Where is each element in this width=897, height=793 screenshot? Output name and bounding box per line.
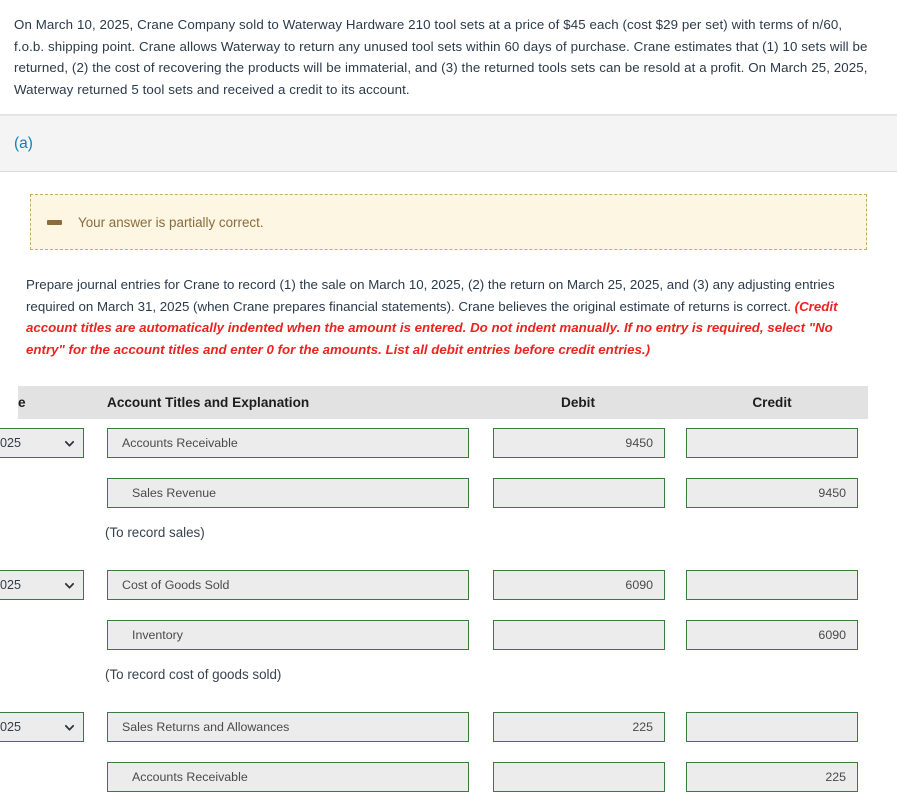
chevron-down-icon	[64, 724, 75, 731]
chevron-down-icon	[64, 582, 75, 589]
debit-amount-input[interactable]: 225	[493, 712, 665, 742]
table-row: 2025 Cost of Goods Sold 6090	[0, 561, 897, 611]
credit-amount-input[interactable]	[686, 712, 858, 742]
date-select-3[interactable]: 2025	[0, 712, 84, 742]
alert-message: Your answer is partially correct.	[78, 214, 264, 230]
entry-memo: (To record sales)	[105, 525, 205, 540]
partially-correct-alert: Your answer is partially correct.	[30, 194, 867, 251]
credit-amount-input[interactable]: 9450	[686, 478, 858, 508]
account-title-input[interactable]: Accounts Receivable	[107, 762, 469, 792]
table-row: 2025 Accounts Receivable 9450	[0, 419, 897, 469]
account-title-input[interactable]: Sales Returns and Allowances	[107, 712, 469, 742]
problem-text: On March 10, 2025, Crane Company sold to…	[14, 17, 868, 97]
table-row: 2025 Sales Returns and Allowances 225	[0, 703, 897, 753]
entry-memo: (To record cost of goods sold)	[105, 667, 282, 682]
assignment-page: On March 10, 2025, Crane Company sold to…	[0, 0, 897, 793]
table-header-row: e Account Titles and Explanation Debit C…	[18, 386, 868, 419]
account-title-input[interactable]: Accounts Receivable	[107, 428, 469, 458]
debit-amount-input[interactable]	[493, 478, 665, 508]
column-header-date: e	[18, 395, 26, 410]
date-select-value-3: 2025	[0, 720, 22, 734]
journal-entry-table: e Account Titles and Explanation Debit C…	[0, 386, 897, 793]
credit-amount-input[interactable]	[686, 570, 858, 600]
dash-icon	[47, 219, 62, 225]
table-row: Accounts Receivable 225	[0, 753, 897, 793]
chevron-down-icon	[64, 440, 75, 447]
account-title-input[interactable]: Inventory	[107, 620, 469, 650]
date-select-2[interactable]: 2025	[0, 570, 84, 600]
table-row: Sales Revenue 9450	[0, 469, 897, 519]
problem-statement: On March 10, 2025, Crane Company sold to…	[0, 0, 897, 116]
column-header-debit: Debit	[561, 395, 595, 410]
debit-amount-input[interactable]	[493, 620, 665, 650]
debit-amount-input[interactable]	[493, 762, 665, 792]
table-body: 2025 Accounts Receivable 9450 Sales Reve…	[0, 419, 897, 793]
instructions-normal-text: Prepare journal entries for Crane to rec…	[26, 277, 835, 314]
column-header-credit: Credit	[752, 395, 792, 410]
instructions: Prepare journal entries for Crane to rec…	[0, 250, 897, 360]
table-row: Inventory 6090	[0, 611, 897, 661]
account-title-input[interactable]: Sales Revenue	[107, 478, 469, 508]
debit-amount-input[interactable]: 9450	[493, 428, 665, 458]
credit-amount-input[interactable]: 6090	[686, 620, 858, 650]
section-header-a: (a)	[0, 115, 897, 173]
debit-amount-input[interactable]: 6090	[493, 570, 665, 600]
memo-row: (To record cost of goods sold)	[0, 661, 897, 703]
date-select-1[interactable]: 2025	[0, 428, 84, 458]
memo-row: (To record sales)	[0, 519, 897, 561]
credit-amount-input[interactable]: 225	[686, 762, 858, 792]
section-letter: (a)	[14, 134, 33, 152]
credit-amount-input[interactable]	[686, 428, 858, 458]
date-select-value-1: 2025	[0, 436, 22, 450]
account-title-input[interactable]: Cost of Goods Sold	[107, 570, 469, 600]
date-select-value-2: 2025	[0, 578, 22, 592]
column-header-account-titles: Account Titles and Explanation	[107, 395, 310, 410]
alert-container: Your answer is partially correct.	[0, 172, 897, 251]
